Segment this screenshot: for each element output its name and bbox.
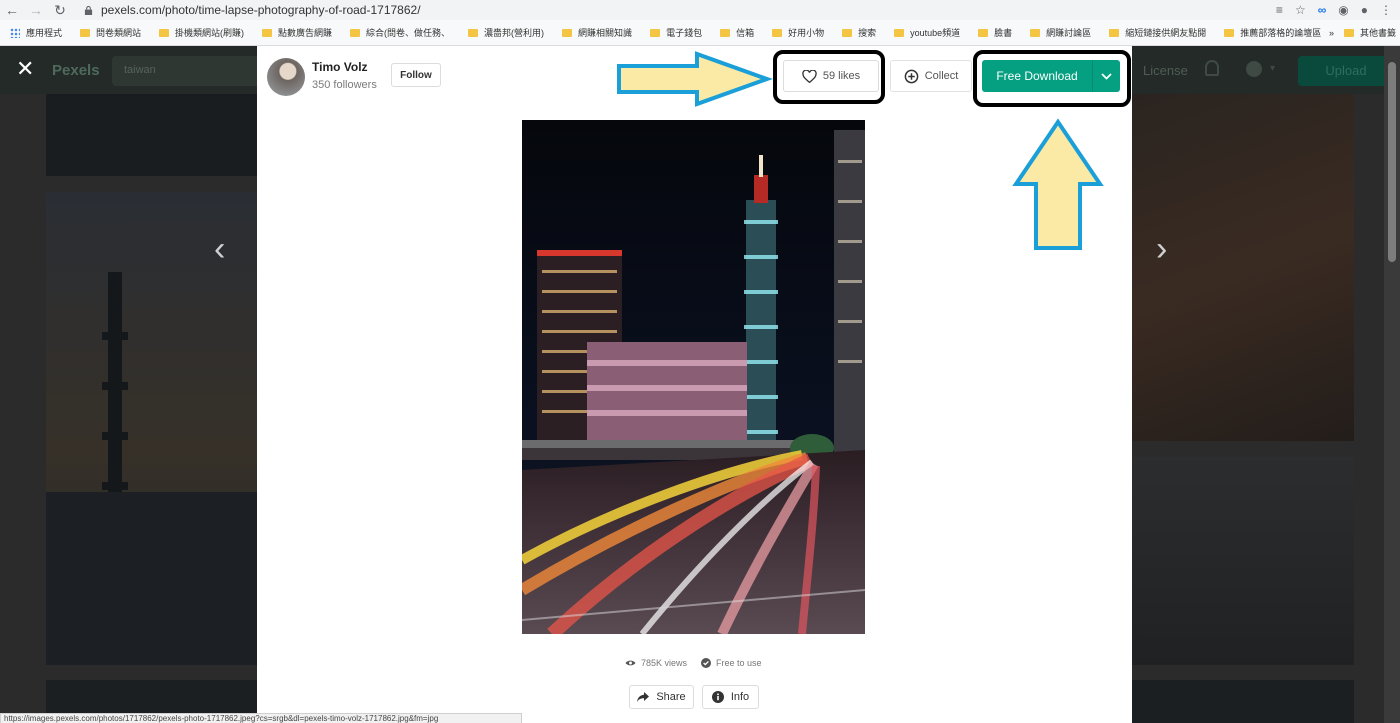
folder-icon [262,28,273,37]
close-icon[interactable]: ✕ [16,58,34,80]
gallery-photo[interactable] [1132,457,1354,665]
info-icon [711,691,724,703]
photo-stats: 785K views Free to use [625,658,762,668]
follow-button[interactable]: Follow [391,63,441,87]
info-button[interactable]: Info [702,685,759,709]
likes-highlight-box [773,50,885,104]
city-night-photo [522,120,865,634]
folder-icon [1343,28,1354,37]
folder-icon [80,28,91,37]
bookmark-item[interactable]: 縮短鏈接供網友點閱 [1109,26,1206,39]
url-text: pexels.com/photo/time-lapse-photography-… [101,3,421,17]
profile-icon[interactable]: ● [1361,3,1368,17]
author-avatar[interactable] [267,58,305,96]
extension-icon[interactable]: ∞ [1318,3,1327,17]
eye-icon [625,660,636,666]
info-label: Info [730,691,750,703]
bookmark-item[interactable]: 網賺討論區 [1030,26,1091,39]
site-search-input[interactable]: taiwan [112,56,262,86]
forward-icon[interactable]: → [24,0,48,20]
site-logo[interactable]: Pexels [52,62,100,79]
folder-icon [468,28,479,37]
share-button[interactable]: Share [629,685,694,709]
bookmark-item[interactable]: 點數廣告網賺 [262,26,332,39]
folder-icon [894,28,905,37]
scrollbar-thumb[interactable] [1388,62,1396,262]
address-bar[interactable]: pexels.com/photo/time-lapse-photography-… [84,0,421,20]
bookmark-item[interactable]: 問卷類網站 [80,26,141,39]
status-bar-url: https://images.pexels.com/photos/1717862… [0,713,522,723]
extension-icon-2[interactable]: ◉ [1338,3,1348,17]
bookmark-item[interactable]: 臉書 [978,26,1012,39]
chevron-down-icon[interactable]: ▾ [1270,63,1275,74]
folder-icon [650,28,661,37]
bookmarks-overflow[interactable]: » [1329,28,1334,38]
download-highlight-box [973,50,1131,107]
folder-icon [772,28,783,37]
bookmark-item[interactable]: 濃嗇邦(營利用) [468,26,544,39]
bell-icon[interactable] [1205,60,1219,76]
bookmark-item[interactable]: 電子錢包 [650,26,702,39]
folder-icon [350,28,361,37]
gallery-photo-tower [46,272,257,665]
license-link[interactable]: License [1143,63,1188,78]
gallery-photo[interactable] [46,192,257,665]
bookmark-item[interactable]: 信箱 [720,26,754,39]
author-name[interactable]: Timo Volz [312,60,368,74]
license-stat: Free to use [701,658,762,668]
bookmark-item[interactable]: 搜索 [842,26,876,39]
collect-button[interactable]: Collect [890,60,972,92]
bookmark-item[interactable]: 應用程式 [26,26,62,39]
share-icon [637,692,650,702]
bookmark-item[interactable]: 綜合(問卷、做任務、 [350,26,450,39]
folder-icon [159,28,170,37]
user-avatar[interactable] [1246,61,1262,77]
gallery-photo[interactable] [46,94,257,176]
bookmark-item[interactable]: 網賺相關知識 [562,26,632,39]
chevron-left-icon[interactable]: ‹ [214,232,225,266]
folder-icon [1109,28,1120,37]
main-photo[interactable] [522,120,865,634]
translate-icon[interactable]: ≡ [1276,3,1283,17]
bookmarks-right: » 其他書籤 [1322,20,1396,45]
browser-actions: ≡ ☆ ∞ ◉ ● ⋮ [1276,0,1392,20]
bookmark-item[interactable]: 好用小物 [772,26,824,39]
folder-icon [842,28,853,37]
bookmarks-bar: 應用程式 問卷類網站 掛機類網站(刷賺) 點數廣告網賺 綜合(問卷、做任務、 濃… [0,20,1400,46]
menu-icon[interactable]: ⋮ [1380,3,1392,17]
gallery-photo[interactable] [1132,680,1354,723]
bookmark-item[interactable]: youtube頻道 [894,26,960,39]
plus-circle-icon [904,69,919,83]
folder-icon [1224,28,1235,37]
views-count: 785K views [641,658,688,668]
folder-icon [978,28,989,37]
folder-icon [562,28,573,37]
check-circle-icon [701,658,712,668]
star-icon[interactable]: ☆ [1295,3,1306,17]
free-to-use-label: Free to use [716,658,762,668]
views-stat: 785K views [625,658,687,668]
author-followers: 350 followers [312,79,377,91]
bookmark-item[interactable]: 推薦部落格的論壇區 [1224,26,1321,39]
share-label: Share [656,691,686,703]
bookmark-item[interactable]: 掛機類網站(刷賺) [159,26,244,39]
site-search-value: taiwan [124,64,156,76]
other-bookmarks[interactable]: 其他書籤 [1343,26,1396,39]
back-icon[interactable]: ← [0,0,24,20]
collect-label: Collect [924,70,959,82]
folder-icon [1030,28,1041,37]
upload-button[interactable]: Upload [1298,56,1394,86]
chevron-right-icon[interactable]: › [1156,232,1167,266]
photo-modal: Timo Volz 350 followers Follow 59 likes … [257,46,1132,723]
folder-icon [720,28,731,37]
lock-icon [84,5,93,15]
apps-grid-icon [10,27,20,38]
reload-icon[interactable]: ↻ [48,0,72,20]
